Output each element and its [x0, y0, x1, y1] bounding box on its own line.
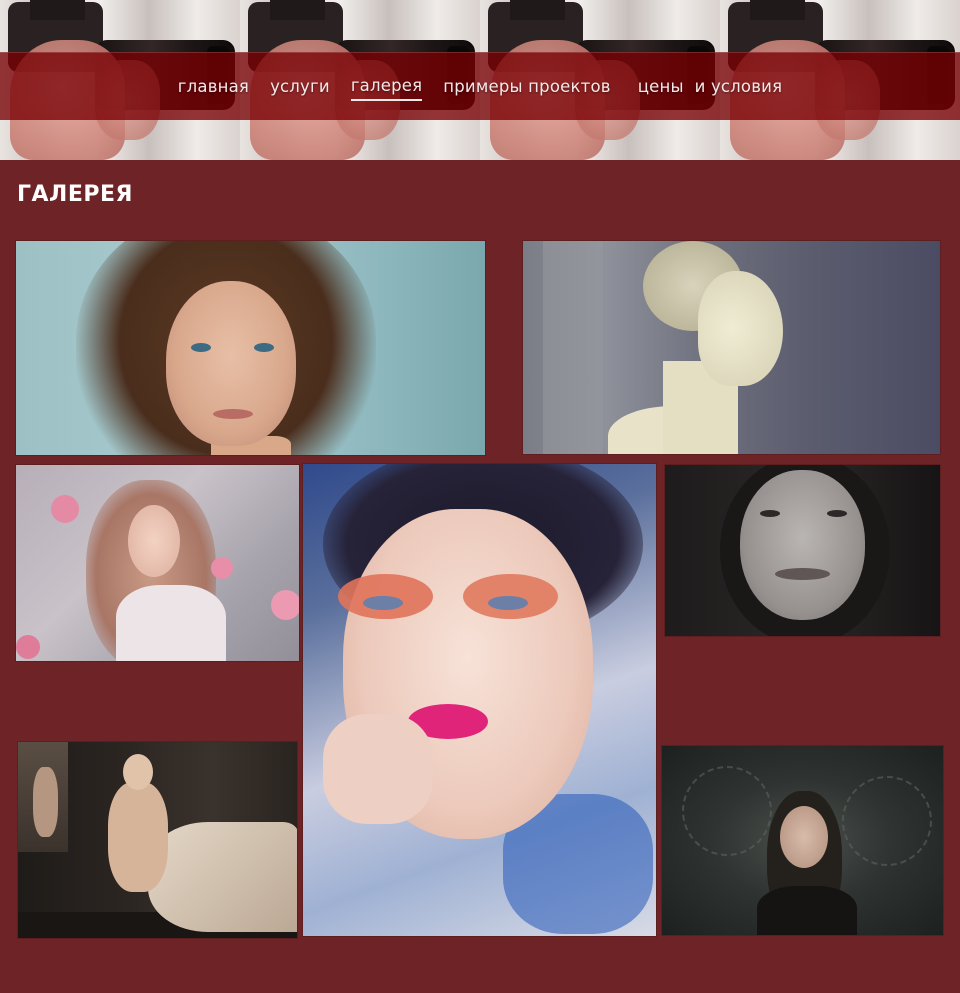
nav-item-prices[interactable]: цены и условия — [638, 73, 783, 100]
nav-item-home[interactable]: главная — [178, 73, 249, 100]
page-title: ГАЛЕРЕЯ — [17, 182, 133, 207]
gallery-photo-profile[interactable] — [523, 241, 940, 454]
gallery-photo-bw-smile[interactable] — [665, 465, 940, 636]
main-nav: главная услуги галерея примеры проектов … — [0, 52, 960, 120]
gallery-photo-roses[interactable] — [16, 465, 299, 661]
gallery-photo-dancer[interactable] — [18, 742, 297, 938]
nav-item-projects[interactable]: примеры проектов — [443, 73, 610, 100]
nav-item-gallery[interactable]: галерея — [350, 72, 423, 101]
gallery-photo-freckles[interactable] — [16, 241, 485, 455]
gallery-photo-foliage[interactable] — [662, 746, 943, 935]
gallery-photo-makeup[interactable] — [303, 464, 656, 936]
nav-item-services[interactable]: услуги — [270, 73, 330, 100]
